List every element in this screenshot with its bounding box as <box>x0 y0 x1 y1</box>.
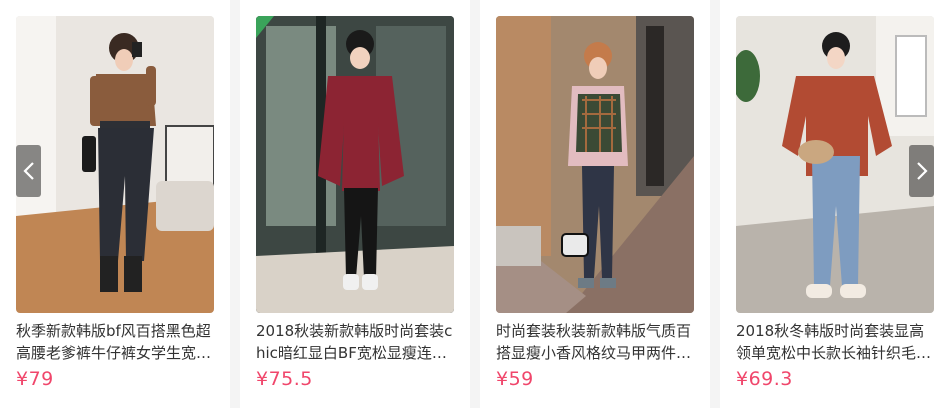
product-card[interactable]: 2018秋冬韩版时尚套装显高领单宽松中长款长袖针织毛衣女 ¥69.3 <box>720 0 950 408</box>
product-price: ¥69.3 <box>736 368 793 390</box>
product-price: ¥75.5 <box>256 368 313 390</box>
chevron-left-icon <box>22 162 34 180</box>
product-image[interactable] <box>16 16 214 313</box>
product-title[interactable]: 时尚套装秋装新款韩版气质百搭显瘦小香风格纹马甲两件套女 <box>496 320 696 364</box>
product-card[interactable]: 秋季新款韩版bf风百搭黑色超高腰老爹裤牛仔裤女学生宽松哈伦裤 ¥79 <box>0 0 230 408</box>
product-title[interactable]: 秋季新款韩版bf风百搭黑色超高腰老爹裤牛仔裤女学生宽松哈伦裤 <box>16 320 216 364</box>
chevron-right-icon <box>916 162 928 180</box>
product-title[interactable]: 2018秋装新款韩版时尚套装chic暗红显白BF宽松显瘦连帽外套女 <box>256 320 456 364</box>
product-price: ¥79 <box>16 368 54 390</box>
product-carousel: 秋季新款韩版bf风百搭黑色超高腰老爹裤牛仔裤女学生宽松哈伦裤 ¥79 <box>0 0 950 408</box>
carousel-prev-button[interactable] <box>16 145 41 197</box>
product-image[interactable] <box>736 16 934 313</box>
product-price: ¥59 <box>496 368 534 390</box>
product-card[interactable]: 时尚套装秋装新款韩版气质百搭显瘦小香风格纹马甲两件套女 ¥59 <box>480 0 710 408</box>
product-card[interactable]: 2018秋装新款韩版时尚套装chic暗红显白BF宽松显瘦连帽外套女 ¥75.5 <box>240 0 470 408</box>
product-image[interactable] <box>256 16 454 313</box>
product-title[interactable]: 2018秋冬韩版时尚套装显高领单宽松中长款长袖针织毛衣女 <box>736 320 936 364</box>
carousel-next-button[interactable] <box>909 145 934 197</box>
product-image[interactable] <box>496 16 694 313</box>
